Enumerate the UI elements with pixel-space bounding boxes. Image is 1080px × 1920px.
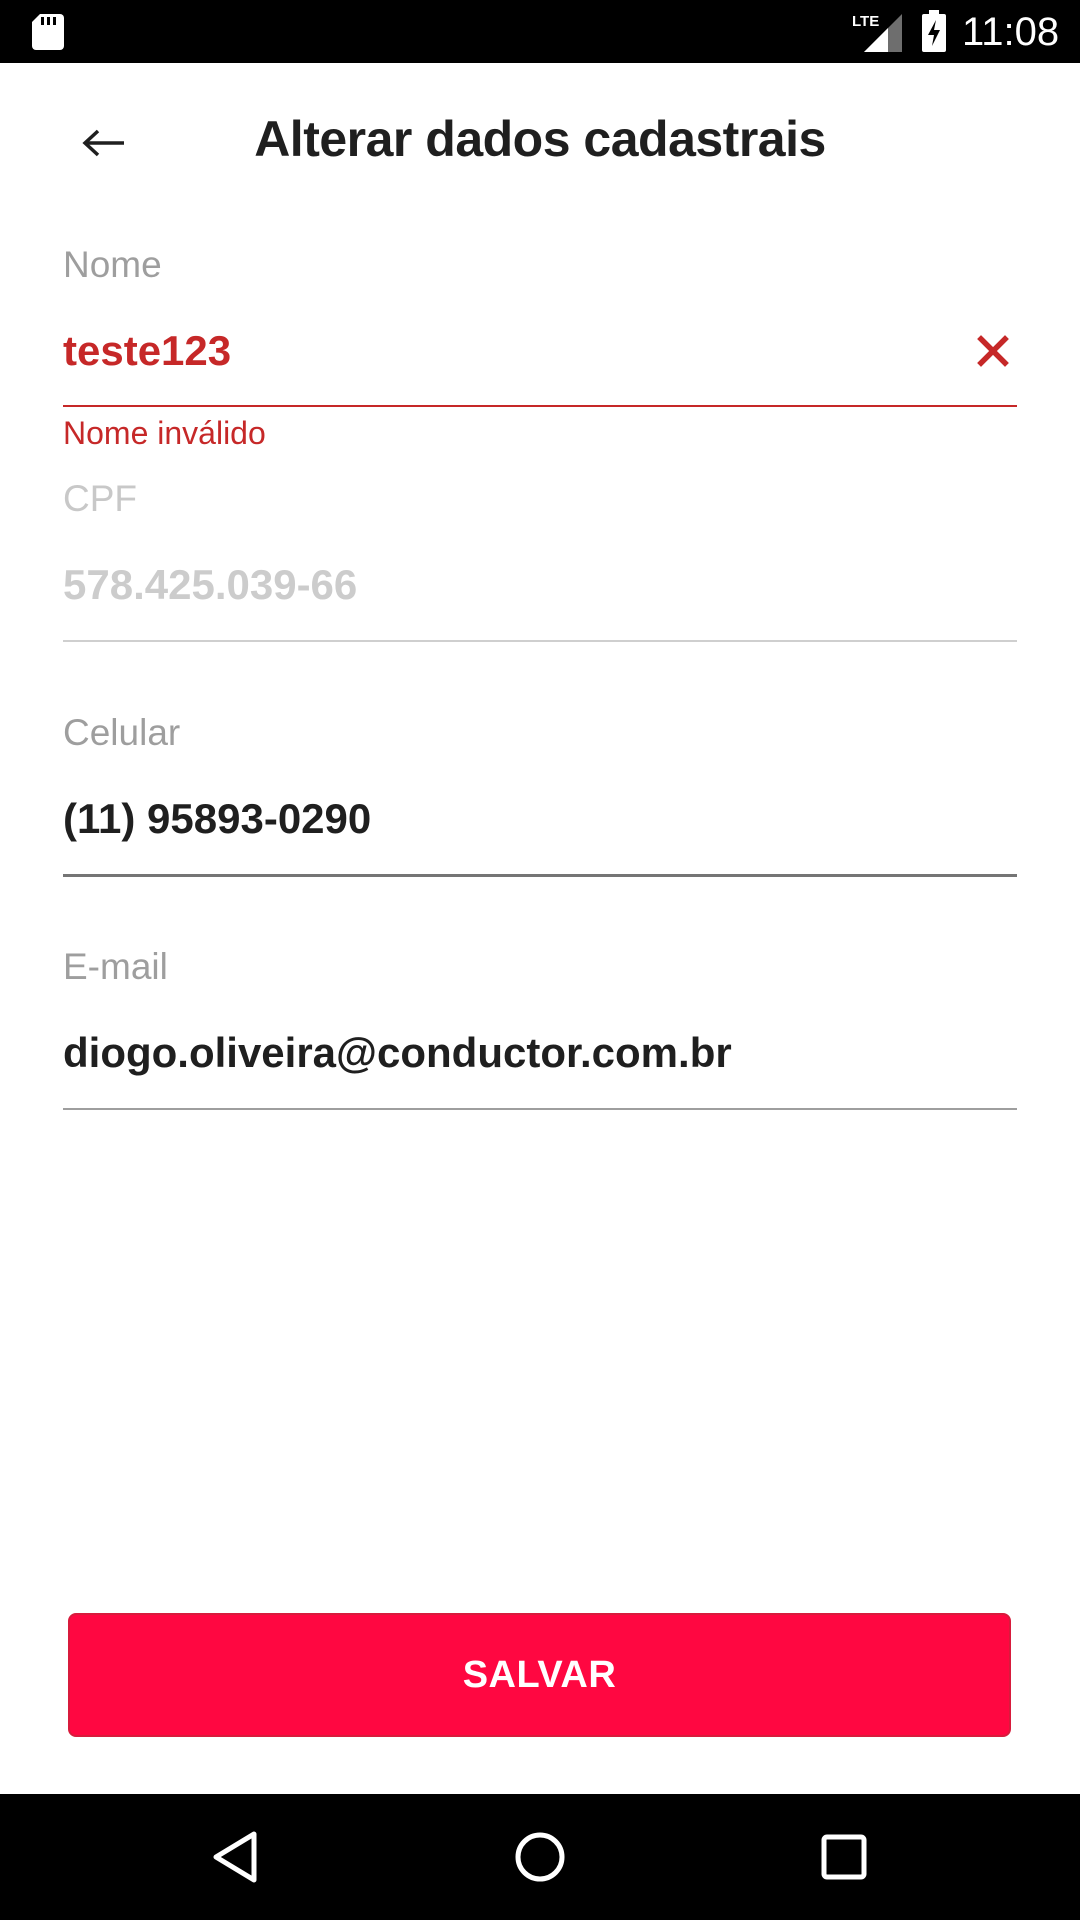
close-icon[interactable] [969,327,1017,375]
network-label: LTE [852,13,879,30]
lte-signal-icon: LTE [852,13,902,52]
screen: LTE 11:08 Alterar dados cadastrais Nome … [0,0,1080,1920]
nome-field: Nome Nome inválido [63,243,1017,458]
save-button[interactable]: SALVAR [68,1613,1011,1737]
nome-error-text: Nome inválido [63,415,266,451]
nav-recents-icon[interactable] [804,1822,884,1892]
celular-field: Celular [63,711,1017,881]
email-field: E-mail [63,945,1017,1115]
nav-home-icon[interactable] [500,1822,580,1892]
cpf-underline [63,640,1017,642]
battery-charging-icon [922,10,946,52]
page-title: Alterar dados cadastrais [254,111,826,167]
celular-input[interactable] [63,789,963,849]
email-label: E-mail [63,946,168,987]
status-bar: LTE 11:08 [0,0,1080,63]
email-input[interactable] [63,1023,963,1083]
status-time: 11:08 [962,10,1060,54]
sd-card-icon [32,14,64,50]
email-underline [63,1108,1017,1110]
nome-label: Nome [63,244,162,285]
cpf-field: CPF [63,477,1017,647]
navigation-bar [0,1794,1080,1920]
app-bar: Alterar dados cadastrais [0,63,1080,218]
cpf-input [63,555,963,615]
nome-underline [63,405,1017,407]
nome-input[interactable] [63,321,963,381]
celular-label: Celular [63,712,181,753]
cpf-label: CPF [63,478,137,519]
nav-back-icon[interactable] [196,1822,276,1892]
celular-underline [63,874,1017,877]
